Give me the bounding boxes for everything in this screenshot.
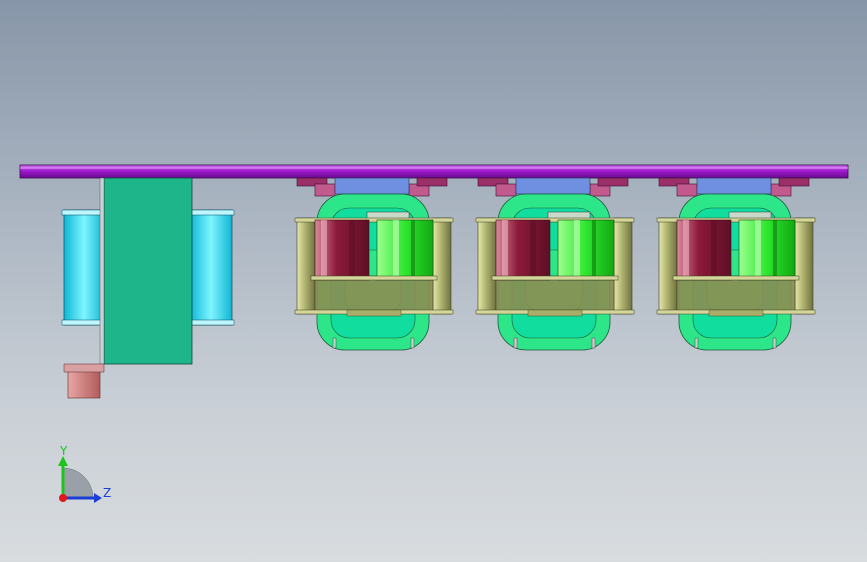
z-axis-label: Z [103, 486, 111, 500]
inductor-2[interactable] [475, 177, 635, 351]
x-axis-icon [59, 494, 67, 502]
orientation-triad: Y Z [58, 444, 111, 503]
cad-model-view[interactable]: Y Z [0, 0, 867, 562]
inductor-1[interactable] [294, 177, 454, 351]
graphics-viewport[interactable]: Y Z [0, 0, 867, 562]
transformer-assembly[interactable] [61, 177, 235, 399]
inductor-3[interactable] [656, 177, 816, 351]
bracket [67, 369, 101, 399]
y-axis-label: Y [59, 444, 68, 458]
mounting-plate[interactable] [19, 164, 849, 179]
